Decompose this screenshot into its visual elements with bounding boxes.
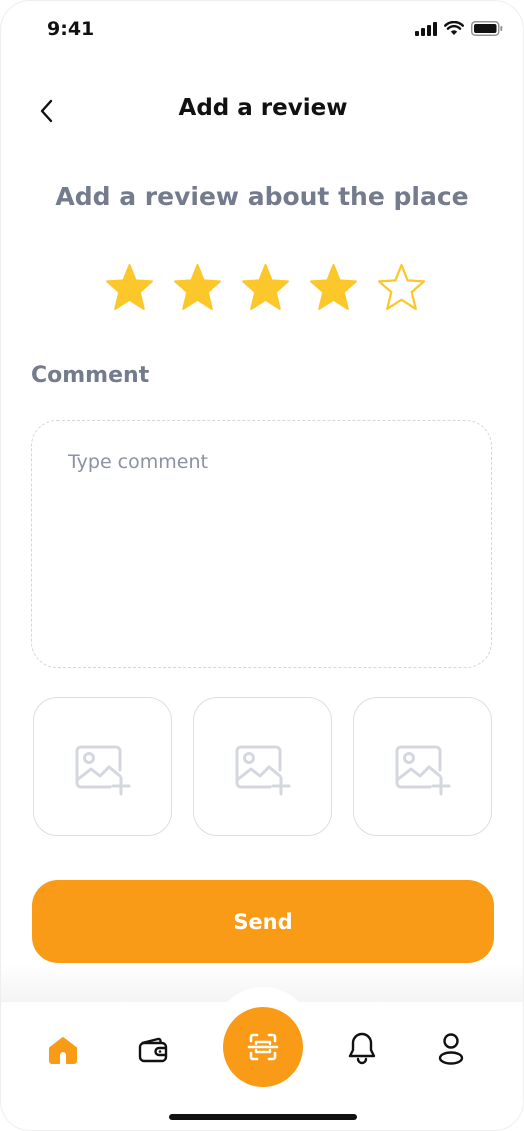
add-photo-slot-2[interactable] [193, 697, 332, 836]
comment-placeholder: Type comment [68, 451, 208, 473]
home-icon [49, 1037, 77, 1064]
add-photo-slot-1[interactable] [33, 697, 172, 836]
phone-screen: 9:41 Add a review Add a review about the… [0, 0, 524, 1131]
star-5[interactable] [376, 262, 427, 313]
battery-icon [471, 21, 503, 36]
cellular-signal-icon [415, 21, 437, 36]
comment-label: Comment [31, 363, 150, 388]
add-image-icon [235, 745, 290, 795]
add-image-icon [75, 745, 130, 795]
status-icons [415, 21, 503, 36]
tab-notifications[interactable] [344, 1030, 380, 1066]
tab-home[interactable] [45, 1032, 81, 1068]
photo-slots [33, 697, 492, 836]
status-time: 9:41 [47, 18, 95, 40]
tab-profile[interactable] [433, 1030, 469, 1068]
review-heading: Add a review about the place [55, 182, 469, 211]
add-image-icon [395, 745, 450, 795]
user-icon [438, 1033, 464, 1065]
scan-icon [247, 1033, 279, 1061]
status-bar: 9:41 [1, 1, 523, 61]
star-4[interactable] [308, 262, 359, 313]
home-indicator [169, 1114, 357, 1120]
star-2[interactable] [172, 262, 223, 313]
send-button[interactable]: Send [32, 880, 494, 963]
tab-scan[interactable] [223, 1007, 303, 1087]
add-photo-slot-3[interactable] [353, 697, 492, 836]
page-title: Add a review [178, 95, 348, 121]
star-1[interactable] [104, 262, 155, 313]
tab-wallet[interactable] [135, 1032, 171, 1068]
header: Add a review [1, 85, 523, 135]
wifi-icon [444, 21, 464, 35]
comment-input[interactable]: Type comment [31, 420, 492, 668]
wallet-icon [138, 1037, 168, 1063]
star-rating [104, 262, 427, 313]
star-3[interactable] [240, 262, 291, 313]
bell-icon [348, 1032, 376, 1065]
